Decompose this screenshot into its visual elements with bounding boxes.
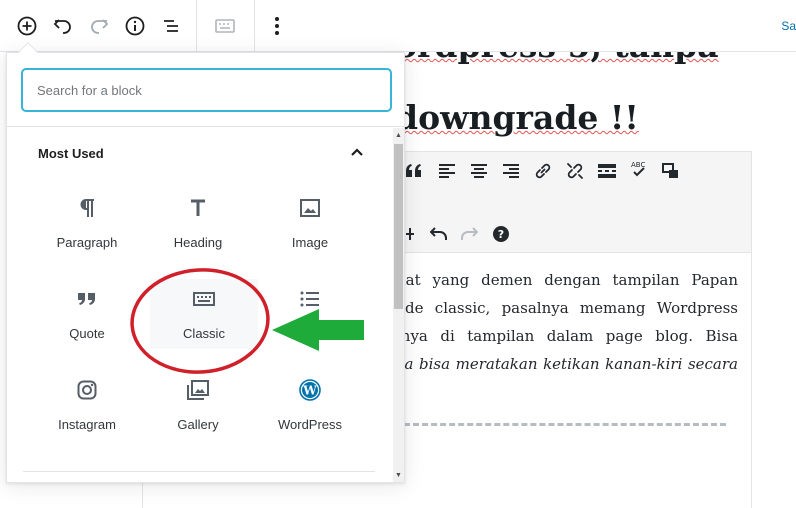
spellcheck-icon[interactable]: ABC xyxy=(627,157,651,181)
classic-content[interactable]: uat yang demen dengan tampilan Papan ode… xyxy=(396,266,738,378)
align-right-icon[interactable] xyxy=(499,159,523,183)
editor-toolbar: Sa xyxy=(0,0,796,52)
plus-circle-icon xyxy=(17,16,37,36)
instagram-icon xyxy=(75,378,99,402)
content-line: ya bisa meratakan ketikan kanan-kiri sec… xyxy=(396,355,738,373)
quote-icon xyxy=(75,287,99,311)
svg-text:W: W xyxy=(302,384,317,398)
keyboard-icon xyxy=(192,287,216,311)
undo-icon xyxy=(53,19,71,34)
content-line: ode classic, pasalnya memang Wordpress xyxy=(396,299,738,317)
block-label: WordPress xyxy=(277,417,343,432)
help-icon[interactable]: ? xyxy=(489,222,513,246)
keyboard-icon xyxy=(215,19,235,33)
outline-icon xyxy=(164,20,178,32)
toolbar-separator xyxy=(196,0,197,52)
redo-icon xyxy=(91,19,109,34)
inserter-scrollbar[interactable]: ▲ ▼ xyxy=(393,128,404,482)
keyboard-button[interactable] xyxy=(209,10,241,42)
block-label: Gallery xyxy=(177,417,219,432)
block-search-input[interactable] xyxy=(22,69,391,111)
block-label: Quote xyxy=(69,326,105,341)
block-label: Classic xyxy=(183,326,225,341)
mce-undo-icon[interactable] xyxy=(427,222,451,246)
undo-button[interactable] xyxy=(47,10,79,42)
align-center-icon[interactable] xyxy=(467,159,491,183)
outline-button[interactable] xyxy=(155,10,187,42)
info-button[interactable] xyxy=(119,10,151,42)
scroll-up-icon[interactable]: ▲ xyxy=(393,128,404,142)
block-inserter: Most Used Paragraph Heading Image xyxy=(6,42,405,483)
read-more-icon[interactable] xyxy=(595,159,619,183)
more-menu-button[interactable] xyxy=(261,10,293,42)
block-label: Image xyxy=(291,235,329,250)
redo-button[interactable] xyxy=(83,10,115,42)
mce-redo-icon[interactable] xyxy=(457,222,481,246)
most-used-panel-header[interactable]: Most Used xyxy=(23,128,375,178)
block-item-heading[interactable]: Heading xyxy=(144,188,252,258)
block-item-list[interactable] xyxy=(256,279,364,349)
post-title-line2: downgrade !! xyxy=(395,98,639,137)
wordpress-icon: W xyxy=(298,378,322,402)
chevron-up-icon[interactable] xyxy=(347,142,367,162)
block-item-wordpress[interactable]: W WordPress xyxy=(256,370,364,440)
svg-text:?: ? xyxy=(498,228,504,241)
block-item-image[interactable]: Image xyxy=(256,188,364,258)
toolbar-toggle-icon[interactable] xyxy=(659,159,683,183)
heading-icon xyxy=(186,196,210,220)
search-section xyxy=(7,53,404,127)
align-left-icon[interactable] xyxy=(435,159,459,183)
block-label: Paragraph xyxy=(56,235,118,250)
panel-separator xyxy=(23,471,375,472)
scroll-thumb[interactable] xyxy=(394,144,403,309)
info-icon xyxy=(125,16,145,36)
link-icon[interactable] xyxy=(531,159,555,183)
list-icon xyxy=(298,287,322,311)
block-item-classic[interactable]: Classic xyxy=(150,279,258,349)
more-divider xyxy=(404,423,726,426)
block-item-gallery[interactable]: Gallery xyxy=(144,370,252,440)
image-icon xyxy=(298,196,322,220)
content-line: uat yang demen dengan tampilan Papan xyxy=(396,271,738,289)
toolbar-separator xyxy=(254,0,255,52)
panel-title: Most Used xyxy=(38,146,104,161)
blockquote-icon[interactable] xyxy=(402,159,426,183)
content-line: lnya di tampilan dalam page blog. Bisa xyxy=(396,327,738,345)
scroll-down-icon[interactable]: ▼ xyxy=(393,468,404,482)
block-label: Heading xyxy=(173,235,223,250)
block-item-instagram[interactable]: Instagram xyxy=(33,370,141,440)
save-draft-link[interactable]: Sa xyxy=(781,19,796,33)
unlink-icon[interactable] xyxy=(563,159,587,183)
gallery-icon xyxy=(186,378,210,402)
block-label: Instagram xyxy=(58,417,116,432)
more-vertical-icon xyxy=(275,17,279,35)
paragraph-icon xyxy=(75,196,99,220)
block-list: Most Used Paragraph Heading Image Quote … xyxy=(7,128,393,482)
block-item-quote[interactable]: Quote xyxy=(33,279,141,349)
block-item-paragraph[interactable]: Paragraph xyxy=(33,188,141,258)
add-block-button[interactable] xyxy=(11,10,43,42)
